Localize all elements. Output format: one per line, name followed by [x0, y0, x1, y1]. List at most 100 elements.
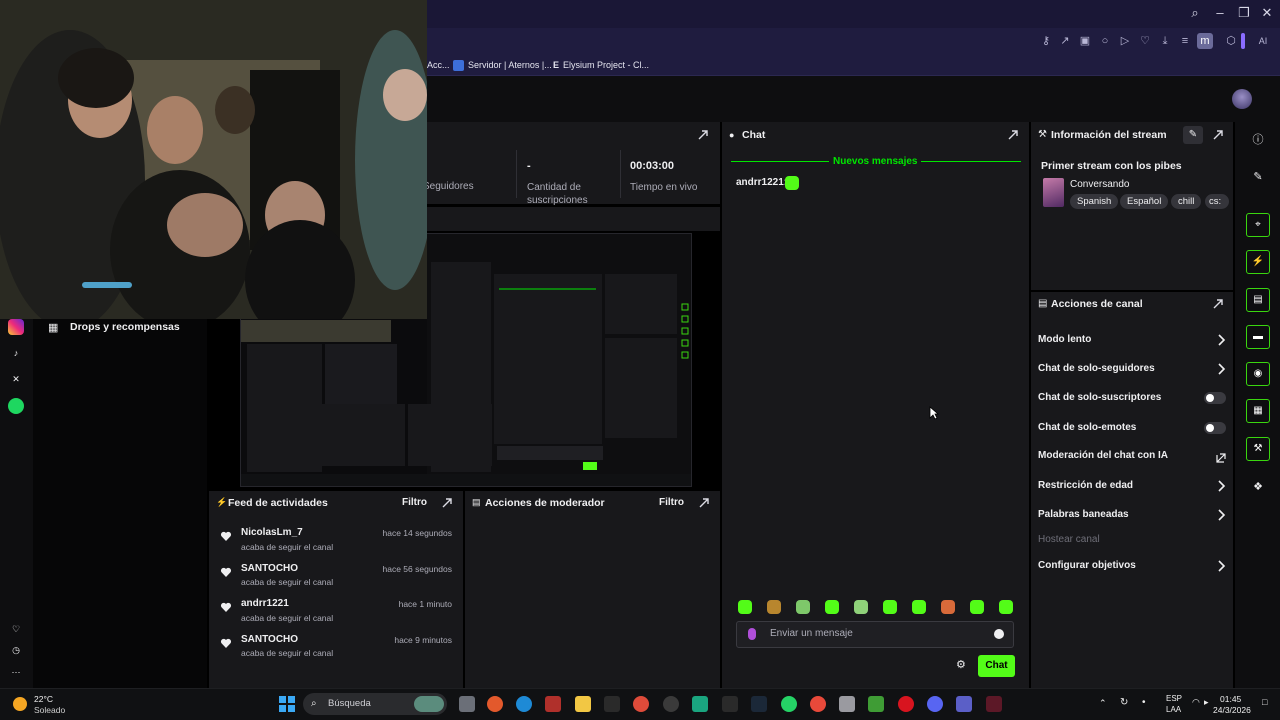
emote[interactable] [738, 600, 752, 614]
app-icon[interactable] [663, 696, 679, 712]
feed-item-name[interactable]: NicolasLm_7 [241, 527, 303, 538]
minecraft-icon[interactable] [868, 696, 884, 712]
chat-send-button[interactable]: Chat [978, 655, 1015, 677]
emotes-only-toggle[interactable] [1204, 422, 1226, 434]
spotify-icon[interactable] [8, 398, 24, 414]
popout-icon[interactable] [1212, 298, 1224, 310]
emote[interactable] [825, 600, 839, 614]
app-icon[interactable] [545, 696, 561, 712]
wifi-icon[interactable]: ◠ [1192, 697, 1202, 707]
minimize-icon[interactable]: – [1210, 4, 1230, 22]
popout-icon[interactable] [698, 497, 710, 509]
profile-icon[interactable]: m [1197, 33, 1213, 49]
sync-icon[interactable]: ↻ [1120, 697, 1132, 709]
chrome-icon[interactable] [633, 696, 649, 712]
layout-button[interactable]: ▦ [1246, 399, 1270, 423]
key-icon[interactable]: ⚷ [1038, 33, 1054, 49]
shield-icon[interactable]: ○ [1097, 33, 1113, 49]
edit-icon[interactable]: ✎ [1183, 126, 1203, 144]
app-icon[interactable] [722, 696, 738, 712]
tag[interactable]: Spanish [1070, 194, 1119, 209]
bookmark-item[interactable]: Servidor | Aternos |... [453, 57, 552, 73]
chevron-right-icon[interactable] [1216, 560, 1226, 572]
action-ai-moderation[interactable]: Moderación del chat con IA [1038, 450, 1168, 461]
discord-icon[interactable] [927, 696, 943, 712]
download-icon[interactable]: ⤓ [1157, 33, 1173, 49]
clip-button[interactable]: ⌖ [1246, 213, 1270, 237]
more-icon[interactable]: ⋯ [8, 664, 24, 680]
action-followers-only[interactable]: Chat de solo-seguidores [1038, 363, 1155, 374]
task-view-icon[interactable] [459, 696, 475, 712]
notification-icon[interactable]: □ [1262, 697, 1272, 707]
heart-icon[interactable]: ♡ [8, 621, 24, 637]
windows-start-icon[interactable] [279, 696, 295, 712]
action-configure-goals[interactable]: Configurar objetivos [1038, 560, 1136, 571]
app-icon[interactable] [839, 696, 855, 712]
x-icon[interactable]: ✕ [8, 371, 24, 387]
menu-icon[interactable]: ≡ [1177, 33, 1193, 49]
chevron-right-icon[interactable] [1216, 509, 1226, 521]
pencil-icon[interactable]: ✎ [1251, 170, 1265, 184]
emote[interactable] [912, 600, 926, 614]
emote[interactable] [796, 600, 810, 614]
sidebar-item-drops[interactable]: Drops y recompensas [70, 321, 180, 333]
whatsapp-icon[interactable] [781, 696, 797, 712]
opera-icon[interactable] [898, 696, 914, 712]
action-slow-mode[interactable]: Modo lento [1038, 334, 1091, 345]
notes-button[interactable]: ▤ [1246, 288, 1270, 312]
apps-icon[interactable]: ❖ [1251, 480, 1265, 494]
broadcast-button[interactable]: ◉ [1246, 362, 1270, 386]
popout-icon[interactable] [697, 129, 709, 141]
steam-icon[interactable] [751, 696, 767, 712]
tiktok-icon[interactable]: ♪ [8, 345, 24, 361]
extensions-icon[interactable]: ⬡ [1223, 33, 1239, 49]
weather-state[interactable]: Soleado [34, 705, 65, 715]
bookmark-item[interactable]: E Elysium Project - Cl... [553, 57, 649, 73]
search-icon[interactable]: ⌕ [1185, 4, 1205, 22]
app-icon[interactable] [810, 696, 826, 712]
chat-bubble-button[interactable]: ▬ [1246, 325, 1270, 349]
chat-message-user[interactable]: andrr1221: [736, 177, 787, 188]
chevron-right-icon[interactable] [1216, 334, 1226, 346]
play-icon[interactable]: ▷ [1117, 33, 1133, 49]
stream-category[interactable]: Conversando [1070, 179, 1129, 190]
maximize-icon[interactable]: ❐ [1234, 4, 1254, 22]
close-icon[interactable]: ✕ [1257, 4, 1277, 22]
ai-button[interactable]: AI [1252, 33, 1274, 49]
file-explorer-icon[interactable] [575, 696, 591, 712]
camera-icon[interactable]: ▣ [1077, 33, 1093, 49]
gear-icon[interactable]: ⚙ [956, 659, 968, 671]
tag[interactable]: chill [1171, 194, 1202, 209]
popout-icon[interactable] [441, 497, 453, 509]
subscribers-only-toggle[interactable] [1204, 392, 1226, 404]
heart-icon[interactable]: ♡ [1137, 33, 1153, 49]
emote[interactable] [941, 600, 955, 614]
keyboard-layout[interactable]: LAA [1166, 705, 1181, 714]
tag[interactable]: Español [1120, 194, 1169, 209]
emote[interactable] [767, 600, 781, 614]
wrench-button[interactable]: ⚒ [1246, 437, 1270, 461]
emote[interactable] [854, 600, 868, 614]
action-age-restriction[interactable]: Restricción de edad [1038, 480, 1133, 491]
popout-icon[interactable] [1212, 129, 1224, 141]
keyboard-language[interactable]: ESP [1166, 694, 1182, 703]
action-banned-words[interactable]: Palabras baneadas [1038, 509, 1129, 520]
tag[interactable]: cs: [1205, 194, 1229, 209]
clock-date[interactable]: 24/3/2026 [1213, 705, 1251, 715]
feed-item-name[interactable]: SANTOCHO [241, 634, 298, 645]
info-icon[interactable]: ⓘ [1251, 133, 1265, 147]
edge-icon[interactable] [516, 696, 532, 712]
external-link-icon[interactable] [1216, 451, 1226, 463]
emote[interactable] [999, 600, 1013, 614]
lightning-button[interactable]: ⚡ [1246, 250, 1270, 274]
teams-icon[interactable] [956, 696, 972, 712]
mod-filter-button[interactable]: Filtro [659, 497, 684, 508]
feed-item-name[interactable]: SANTOCHO [241, 563, 298, 574]
history-icon[interactable]: ◷ [8, 642, 24, 658]
app-icon[interactable] [487, 696, 503, 712]
app-icon[interactable] [986, 696, 1002, 712]
emoji-icon[interactable] [994, 629, 1004, 639]
category-thumbnail[interactable] [1043, 178, 1064, 207]
emote[interactable] [970, 600, 984, 614]
app-icon[interactable] [692, 696, 708, 712]
